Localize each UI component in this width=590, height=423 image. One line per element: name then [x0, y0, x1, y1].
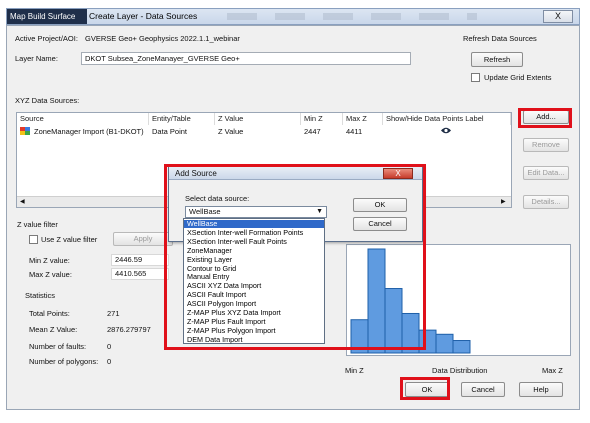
- refresh-button[interactable]: Refresh: [471, 52, 523, 67]
- col-header-zvalue[interactable]: Z Value: [215, 113, 301, 125]
- polygons-value: 0: [107, 357, 112, 366]
- histogram-bar: [435, 333, 454, 354]
- col-header-showhide[interactable]: Show/Hide Data Points Label: [383, 113, 511, 125]
- max-z-label: Max Z value:: [29, 270, 72, 279]
- window-titlebar: Map Build Surface Create Layer - Data So…: [6, 8, 580, 25]
- histogram-bar: [452, 340, 471, 354]
- use-zfilter-checkbox[interactable]: [29, 235, 38, 244]
- zonemanager-icon: [20, 126, 32, 137]
- col-header-maxz[interactable]: Max Z: [343, 113, 383, 125]
- max-z-field[interactable]: 4410.565: [111, 268, 169, 280]
- polygons-label: Number of polygons:: [29, 357, 99, 366]
- hist-center-label: Data Distribution: [432, 366, 488, 375]
- row-maxz: 4411: [346, 127, 363, 136]
- xyz-section-label: XYZ Data Sources:: [15, 96, 80, 105]
- zfilter-section-label: Z value filter: [17, 220, 58, 229]
- layer-name-field[interactable]: DKOT Subsea_ZoneManayer_GVERSE Geo+: [81, 52, 411, 65]
- window-close-button[interactable]: X: [543, 10, 573, 23]
- highlight-ok-button: [400, 377, 450, 400]
- min-z-field[interactable]: 2446.59: [111, 254, 169, 266]
- row-zvalue: Z Value: [218, 127, 244, 136]
- app-title-label: Map Build Surface: [7, 9, 87, 24]
- update-grid-checkbox[interactable]: [471, 73, 480, 82]
- faults-value: 0: [107, 342, 112, 351]
- refresh-group-label: Refresh Data Sources: [463, 34, 537, 43]
- col-header-source[interactable]: Source: [17, 113, 149, 125]
- eye-icon[interactable]: [441, 126, 451, 137]
- min-z-label: Min Z value:: [29, 256, 70, 265]
- details-button[interactable]: Details...: [523, 195, 569, 209]
- blurred-title-text: [227, 13, 477, 20]
- mean-z-label: Mean Z Value:: [29, 325, 78, 334]
- faults-label: Number of faults:: [29, 342, 87, 351]
- use-zfilter-label: Use Z value filter: [41, 235, 98, 244]
- update-grid-label: Update Grid Extents: [484, 73, 552, 82]
- statistics-section-label: Statistics: [25, 291, 56, 300]
- highlight-add-source: [164, 164, 426, 350]
- help-button[interactable]: Help: [519, 382, 563, 397]
- hist-max-label: Max Z: [542, 366, 563, 375]
- total-points-value: 271: [107, 309, 120, 318]
- active-project-label: Active Project/AOI:: [15, 34, 78, 43]
- active-project-value: GVERSE Geo+ Geophysics 2022.1.1_webinar: [85, 34, 240, 43]
- remove-button[interactable]: Remove: [523, 138, 569, 152]
- layer-name-label: Layer Name:: [15, 54, 58, 63]
- total-points-label: Total Points:: [29, 309, 70, 318]
- col-header-minz[interactable]: Min Z: [301, 113, 343, 125]
- edit-data-button[interactable]: Edit Data...: [523, 166, 569, 180]
- mean-z-value: 2876.279797: [107, 325, 151, 334]
- row-entity: Data Point: [152, 127, 188, 136]
- row-minz: 2447: [304, 127, 321, 136]
- col-header-entity[interactable]: Entity/Table: [149, 113, 215, 125]
- scroll-right-icon[interactable]: ▶: [501, 198, 506, 205]
- row-source: ZoneManager Import (B1-DKOT): [34, 127, 144, 136]
- hist-min-label: Min Z: [345, 366, 364, 375]
- cancel-button[interactable]: Cancel: [461, 382, 505, 397]
- window-title: Create Layer - Data Sources: [89, 11, 198, 21]
- scroll-left-icon[interactable]: ◀: [20, 198, 25, 205]
- highlight-add-button: [518, 108, 572, 128]
